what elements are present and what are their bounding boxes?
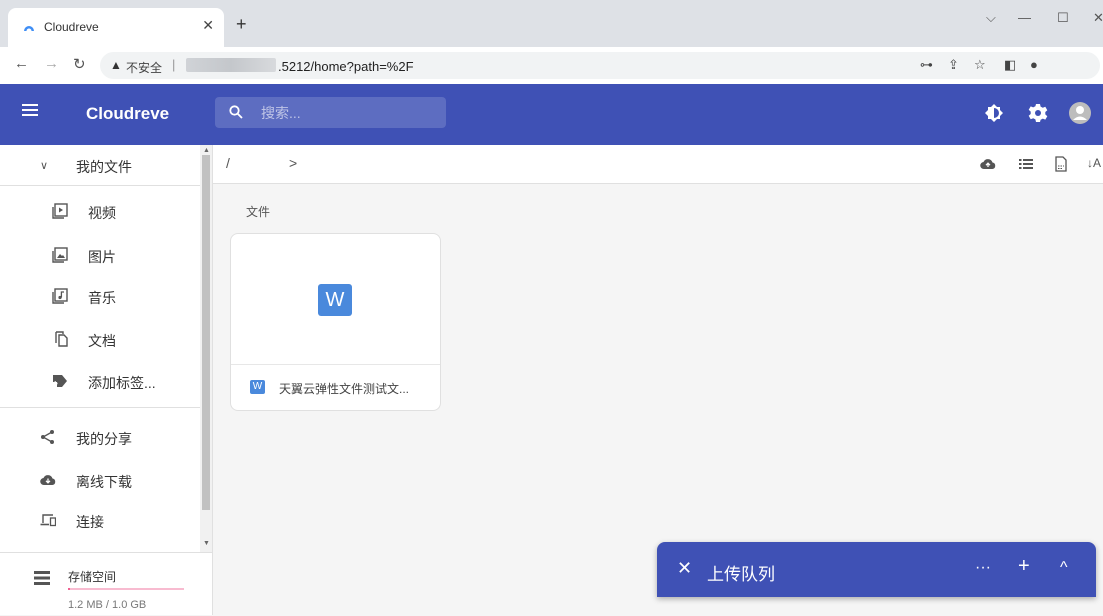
address-bar[interactable]: ▲ 不安全 | .5212/home?path=%2F ⊶ ⇪ ☆ ◧ ● [100, 52, 1100, 79]
cloud-download-icon [40, 475, 56, 486]
scroll-up-icon[interactable]: ▲ [203, 147, 210, 154]
word-file-small-icon: W [250, 380, 265, 394]
warning-icon[interactable]: ▲ [110, 58, 122, 72]
sidebar-item-label: 连接 [76, 514, 104, 530]
maximize-icon[interactable]: ☐ [1057, 10, 1069, 26]
more-options-icon[interactable]: ··· [975, 559, 991, 577]
devices-icon [40, 514, 56, 527]
list-view-icon[interactable] [1018, 156, 1034, 172]
file-card[interactable]: W W 天翼云弹性文件测试文... [230, 233, 441, 411]
add-tag-icon [53, 375, 67, 387]
tab-close-icon[interactable]: ✕ [202, 17, 214, 34]
divider [0, 185, 200, 186]
sort-icon[interactable]: ↓A [1087, 156, 1103, 172]
sidebar: ∨ 我的文件 视频 图片 音乐 文档 添加标签... 我的分享 离线下载 连接 … [0, 145, 213, 615]
word-file-icon: W [318, 284, 352, 316]
sidebar-scrollbar[interactable]: ▲ ▼ [200, 145, 212, 552]
storage-progress-bar [68, 588, 184, 590]
sidebar-item-label: 添加标签... [88, 375, 156, 391]
music-icon [52, 288, 68, 304]
security-label[interactable]: 不安全 [126, 59, 162, 76]
sidebar-item-documents[interactable]: 文档 [0, 319, 200, 359]
key-icon[interactable]: ⊶ [920, 57, 933, 73]
back-icon[interactable]: ← [14, 55, 29, 72]
breadcrumb-root[interactable]: / [226, 155, 230, 171]
search-input[interactable] [261, 104, 431, 122]
search-box[interactable] [215, 97, 446, 128]
cloudreve-logo-icon [24, 26, 34, 31]
forward-icon[interactable]: → [44, 55, 59, 72]
file-name: 天翼云弹性文件测试文... [279, 382, 410, 396]
collapse-chevron-up-icon[interactable]: ^ [1060, 559, 1068, 577]
minimize-icon[interactable]: — [1018, 10, 1031, 25]
menu-icon[interactable] [22, 104, 38, 116]
browser-tab-strip: Cloudreve ✕ + ⌵ — ☐ ✕ [0, 0, 1103, 47]
sidebar-item-music[interactable]: 音乐 [0, 276, 200, 316]
storage-panel: 存储空间 1.2 MB / 1.0 GB [0, 552, 212, 616]
image-icon [52, 247, 68, 263]
add-upload-icon[interactable]: + [1018, 555, 1030, 578]
path-navbar: / > ↓A [213, 145, 1103, 184]
storage-usage: 1.2 MB / 1.0 GB [68, 599, 147, 611]
upload-queue-panel: ✕ 上传队列 ··· + ^ [657, 542, 1096, 597]
star-icon[interactable]: ☆ [974, 57, 986, 73]
url-redacted-host [186, 58, 276, 72]
sidebar-item-label: 视频 [88, 205, 116, 221]
user-avatar-icon[interactable] [1068, 101, 1092, 125]
storage-title: 存储空间 [68, 570, 117, 584]
upload-queue-title: 上传队列 [707, 565, 775, 584]
close-icon[interactable]: ✕ [677, 558, 692, 579]
share-icon [41, 430, 54, 444]
sidebar-item-my-files[interactable]: ∨ 我的文件 [0, 145, 200, 185]
section-label-files: 文件 [246, 205, 271, 219]
upload-cloud-icon[interactable] [980, 156, 996, 172]
file-info-icon[interactable] [1053, 156, 1069, 172]
sidebar-item-video[interactable]: 视频 [0, 191, 200, 231]
theme-toggle-icon[interactable] [982, 101, 1006, 125]
sidebar-item-image[interactable]: 图片 [0, 235, 200, 275]
sidebar-item-offline-download[interactable]: 离线下载 [0, 460, 200, 500]
storage-progress-fill [68, 588, 70, 590]
sidebar-item-label: 我的文件 [76, 159, 132, 175]
sidebar-item-label: 音乐 [88, 290, 116, 306]
sidebar-item-label: 离线下载 [76, 474, 132, 490]
share-icon[interactable]: ⇪ [948, 57, 959, 73]
sidebar-item-add-tag[interactable]: 添加标签... [0, 361, 200, 401]
sidebar-item-label: 我的分享 [76, 431, 132, 447]
browser-toolbar: ← → ↻ ▲ 不安全 | .5212/home?path=%2F ⊶ ⇪ ☆ … [0, 47, 1103, 85]
window-close-icon[interactable]: ✕ [1093, 10, 1103, 26]
storage-icon [34, 571, 50, 585]
search-icon [229, 105, 243, 119]
reload-icon[interactable]: ↻ [73, 55, 86, 73]
scroll-down-icon[interactable]: ▼ [203, 540, 210, 547]
separator: | [172, 57, 176, 72]
breadcrumb-expand-icon[interactable]: > [289, 155, 297, 171]
sidebar-item-label: 文档 [88, 333, 116, 349]
scrollbar-thumb[interactable] [202, 155, 210, 510]
url-text[interactable]: .5212/home?path=%2F [278, 59, 414, 74]
side-panel-icon[interactable]: ◧ [1004, 57, 1016, 73]
app-bar: Cloudreve [0, 84, 1103, 145]
profile-icon[interactable]: ● [1030, 57, 1038, 72]
app-title: Cloudreve [86, 104, 170, 123]
sidebar-item-connect[interactable]: 连接 [0, 500, 200, 540]
browser-tab[interactable]: Cloudreve ✕ [8, 8, 224, 47]
sidebar-item-my-share[interactable]: 我的分享 [0, 417, 200, 457]
sidebar-item-label: 图片 [88, 249, 116, 265]
file-preview[interactable]: W [231, 234, 440, 365]
new-tab-button[interactable]: + [236, 15, 247, 33]
tab-search-icon[interactable]: ⌵ [986, 10, 996, 26]
tab-title: Cloudreve [44, 20, 99, 34]
divider [0, 407, 200, 408]
settings-gear-icon[interactable] [1026, 101, 1050, 125]
video-icon [52, 203, 68, 219]
document-icon [55, 331, 68, 347]
chevron-down-icon: ∨ [40, 160, 49, 172]
